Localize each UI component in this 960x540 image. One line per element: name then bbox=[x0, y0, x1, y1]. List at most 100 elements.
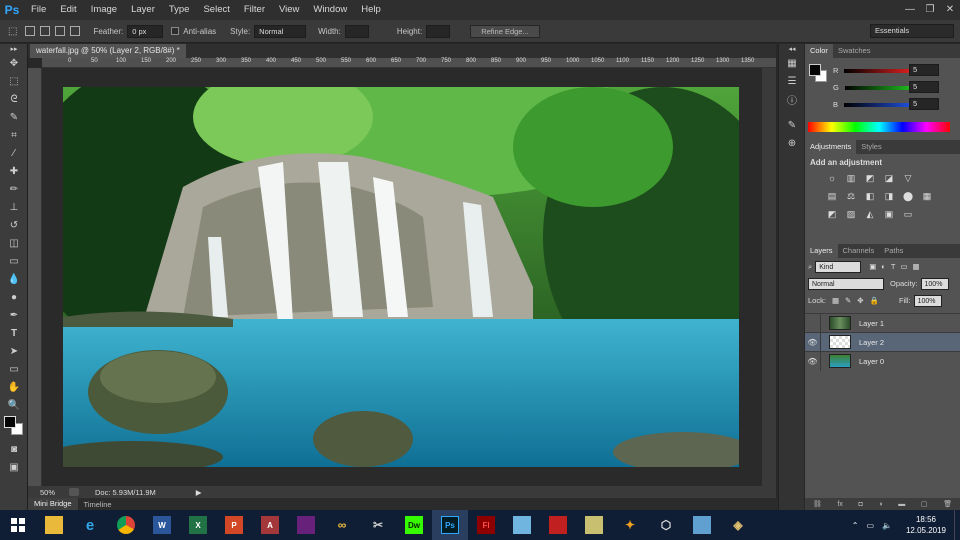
blue-slider[interactable] bbox=[844, 102, 913, 107]
eye-icon[interactable]: 👁 bbox=[805, 332, 821, 352]
gradient-icon[interactable]: ▭ bbox=[901, 207, 915, 221]
move-tool-icon[interactable]: ✥ bbox=[0, 54, 28, 72]
refine-edge-button[interactable]: Refine Edge... bbox=[470, 24, 540, 38]
add-selection-icon[interactable] bbox=[40, 26, 51, 36]
width-input[interactable] bbox=[344, 24, 369, 38]
layer-row[interactable]: 👁 Layer 0 bbox=[805, 351, 960, 371]
taskbar-chrome[interactable] bbox=[108, 510, 144, 540]
opacity-input[interactable]: 100% bbox=[920, 277, 949, 290]
brush-presets-icon[interactable]: ✎ bbox=[779, 116, 805, 134]
tab-paths[interactable]: Paths bbox=[879, 244, 908, 258]
color-swatches[interactable] bbox=[0, 414, 27, 440]
shape-tool-icon[interactable]: ▭ bbox=[0, 360, 28, 378]
taskbar-app[interactable]: ∞ bbox=[324, 510, 360, 540]
curves-icon[interactable]: ◩ bbox=[863, 171, 877, 185]
layer-name[interactable]: Layer 0 bbox=[859, 357, 884, 366]
type-tool-icon[interactable]: T bbox=[0, 324, 28, 342]
eraser-tool-icon[interactable]: ◫ bbox=[0, 234, 28, 252]
battery-icon[interactable]: ▭ bbox=[866, 521, 874, 530]
taskbar-internet-explorer[interactable]: e bbox=[72, 510, 108, 540]
invert-icon[interactable]: ◩ bbox=[825, 207, 839, 221]
document-tab[interactable]: waterfall.jpg @ 50% (Layer 2, RGB/8#) * bbox=[30, 44, 186, 58]
posterize-icon[interactable]: ▨ bbox=[844, 207, 858, 221]
trash-icon[interactable]: 🗑 bbox=[943, 500, 952, 508]
new-selection-icon[interactable] bbox=[25, 26, 36, 36]
dodge-tool-icon[interactable]: ● bbox=[0, 288, 28, 306]
layer-filter-icons[interactable]: ▣◐T▭▦ bbox=[869, 262, 924, 271]
clone-stamp-tool-icon[interactable]: ⊥ bbox=[0, 198, 28, 216]
levels-icon[interactable]: ▥ bbox=[844, 171, 858, 185]
quick-mask-icon[interactable]: ◙ bbox=[0, 440, 28, 458]
menu-layer[interactable]: Layer bbox=[124, 0, 162, 20]
tab-layers[interactable]: Layers bbox=[805, 244, 838, 258]
layer-mask-icon[interactable]: ◘ bbox=[858, 501, 862, 508]
status-menu-arrow-icon[interactable]: ▶ bbox=[196, 488, 202, 497]
menu-file[interactable]: File bbox=[24, 0, 53, 20]
clock[interactable]: 18:56 12.05.2019 bbox=[898, 514, 954, 536]
layer-style-icon[interactable]: fx bbox=[837, 501, 842, 508]
selective-color-icon[interactable]: ▣ bbox=[882, 207, 896, 221]
windows-start-button[interactable] bbox=[0, 510, 36, 540]
tab-mini-bridge[interactable]: Mini Bridge bbox=[28, 498, 78, 510]
history-brush-tool-icon[interactable]: ↺ bbox=[0, 216, 28, 234]
menu-view[interactable]: View bbox=[272, 0, 306, 20]
foreground-color-swatch[interactable] bbox=[4, 416, 16, 428]
menu-filter[interactable]: Filter bbox=[237, 0, 272, 20]
zoom-level[interactable]: 50% bbox=[40, 488, 55, 497]
new-layer-icon[interactable]: ▢ bbox=[921, 500, 928, 508]
black-white-icon[interactable]: ◨ bbox=[882, 189, 896, 203]
vibrance-icon[interactable]: ▤ bbox=[825, 189, 839, 203]
tab-styles[interactable]: Styles bbox=[856, 140, 886, 154]
intersect-selection-icon[interactable] bbox=[70, 26, 81, 36]
taskbar-tools[interactable]: ✂ bbox=[360, 510, 396, 540]
menu-image[interactable]: Image bbox=[84, 0, 124, 20]
menu-edit[interactable]: Edit bbox=[53, 0, 83, 20]
photo-filter-icon[interactable]: ⬤ bbox=[901, 189, 915, 203]
marquee-tool-icon[interactable]: ⬚ bbox=[0, 72, 28, 90]
taskbar-3d[interactable]: ⬡ bbox=[648, 510, 684, 540]
feather-input[interactable]: 0 px bbox=[127, 24, 164, 38]
gradient-map-icon[interactable]: ▽ bbox=[901, 171, 915, 185]
taskbar-app[interactable]: ◈ bbox=[720, 510, 756, 540]
layer-name[interactable]: Layer 2 bbox=[859, 338, 884, 347]
taskbar-flash[interactable]: Fl bbox=[468, 510, 504, 540]
height-input[interactable] bbox=[426, 24, 451, 38]
tab-adjustments[interactable]: Adjustments bbox=[805, 140, 857, 154]
screen-mode-icon[interactable]: ▣ bbox=[0, 458, 28, 476]
blur-tool-icon[interactable]: 💧 bbox=[0, 270, 28, 288]
red-slider[interactable] bbox=[844, 68, 913, 73]
taskbar-visual-studio[interactable] bbox=[288, 510, 324, 540]
style-select[interactable]: Normal bbox=[254, 24, 307, 38]
layer-row[interactable]: Layer 1 bbox=[805, 313, 960, 333]
healing-brush-tool-icon[interactable]: ✚ bbox=[0, 162, 28, 180]
volume-icon[interactable]: 🔈 bbox=[882, 521, 892, 530]
vertical-scrollbar[interactable] bbox=[762, 68, 776, 486]
workspace-select[interactable]: Essentials bbox=[870, 24, 954, 38]
minimize-button[interactable]: — bbox=[900, 0, 920, 18]
brush-tool-icon[interactable]: ✏ bbox=[0, 180, 28, 198]
threshold-icon[interactable]: ◭ bbox=[863, 207, 877, 221]
foreground-color-swatch[interactable] bbox=[809, 64, 821, 76]
taskbar-dreamweaver[interactable]: Dw bbox=[396, 510, 432, 540]
taskbar-app[interactable] bbox=[540, 510, 576, 540]
marquee-tool-icon[interactable]: ⬚ bbox=[8, 26, 17, 37]
layer-row[interactable]: 👁 Layer 2 bbox=[805, 332, 960, 352]
taskbar-word[interactable]: W bbox=[144, 510, 180, 540]
fill-input[interactable]: 100% bbox=[913, 294, 942, 307]
taskbar-app[interactable]: ✦ bbox=[612, 510, 648, 540]
crop-tool-icon[interactable]: ⌗ bbox=[0, 126, 28, 144]
hand-tool-icon[interactable]: ✋ bbox=[0, 378, 28, 396]
status-options-icon[interactable] bbox=[69, 488, 80, 496]
gradient-tool-icon[interactable]: ▭ bbox=[0, 252, 28, 270]
visibility-toggle[interactable] bbox=[805, 313, 821, 333]
hue-saturation-icon[interactable]: ⚖ bbox=[844, 189, 858, 203]
chevron-up-icon[interactable]: ⌃ bbox=[852, 521, 859, 530]
menu-select[interactable]: Select bbox=[196, 0, 236, 20]
green-slider[interactable] bbox=[844, 85, 913, 90]
zoom-tool-icon[interactable]: 🔍 bbox=[0, 396, 28, 414]
taskbar-powerpoint[interactable]: P bbox=[216, 510, 252, 540]
exposure-icon[interactable]: ◪ bbox=[882, 171, 896, 185]
blend-mode-select[interactable]: Normal bbox=[808, 277, 884, 290]
taskbar-app[interactable] bbox=[576, 510, 612, 540]
channel-mixer-icon[interactable]: ▦ bbox=[920, 189, 934, 203]
